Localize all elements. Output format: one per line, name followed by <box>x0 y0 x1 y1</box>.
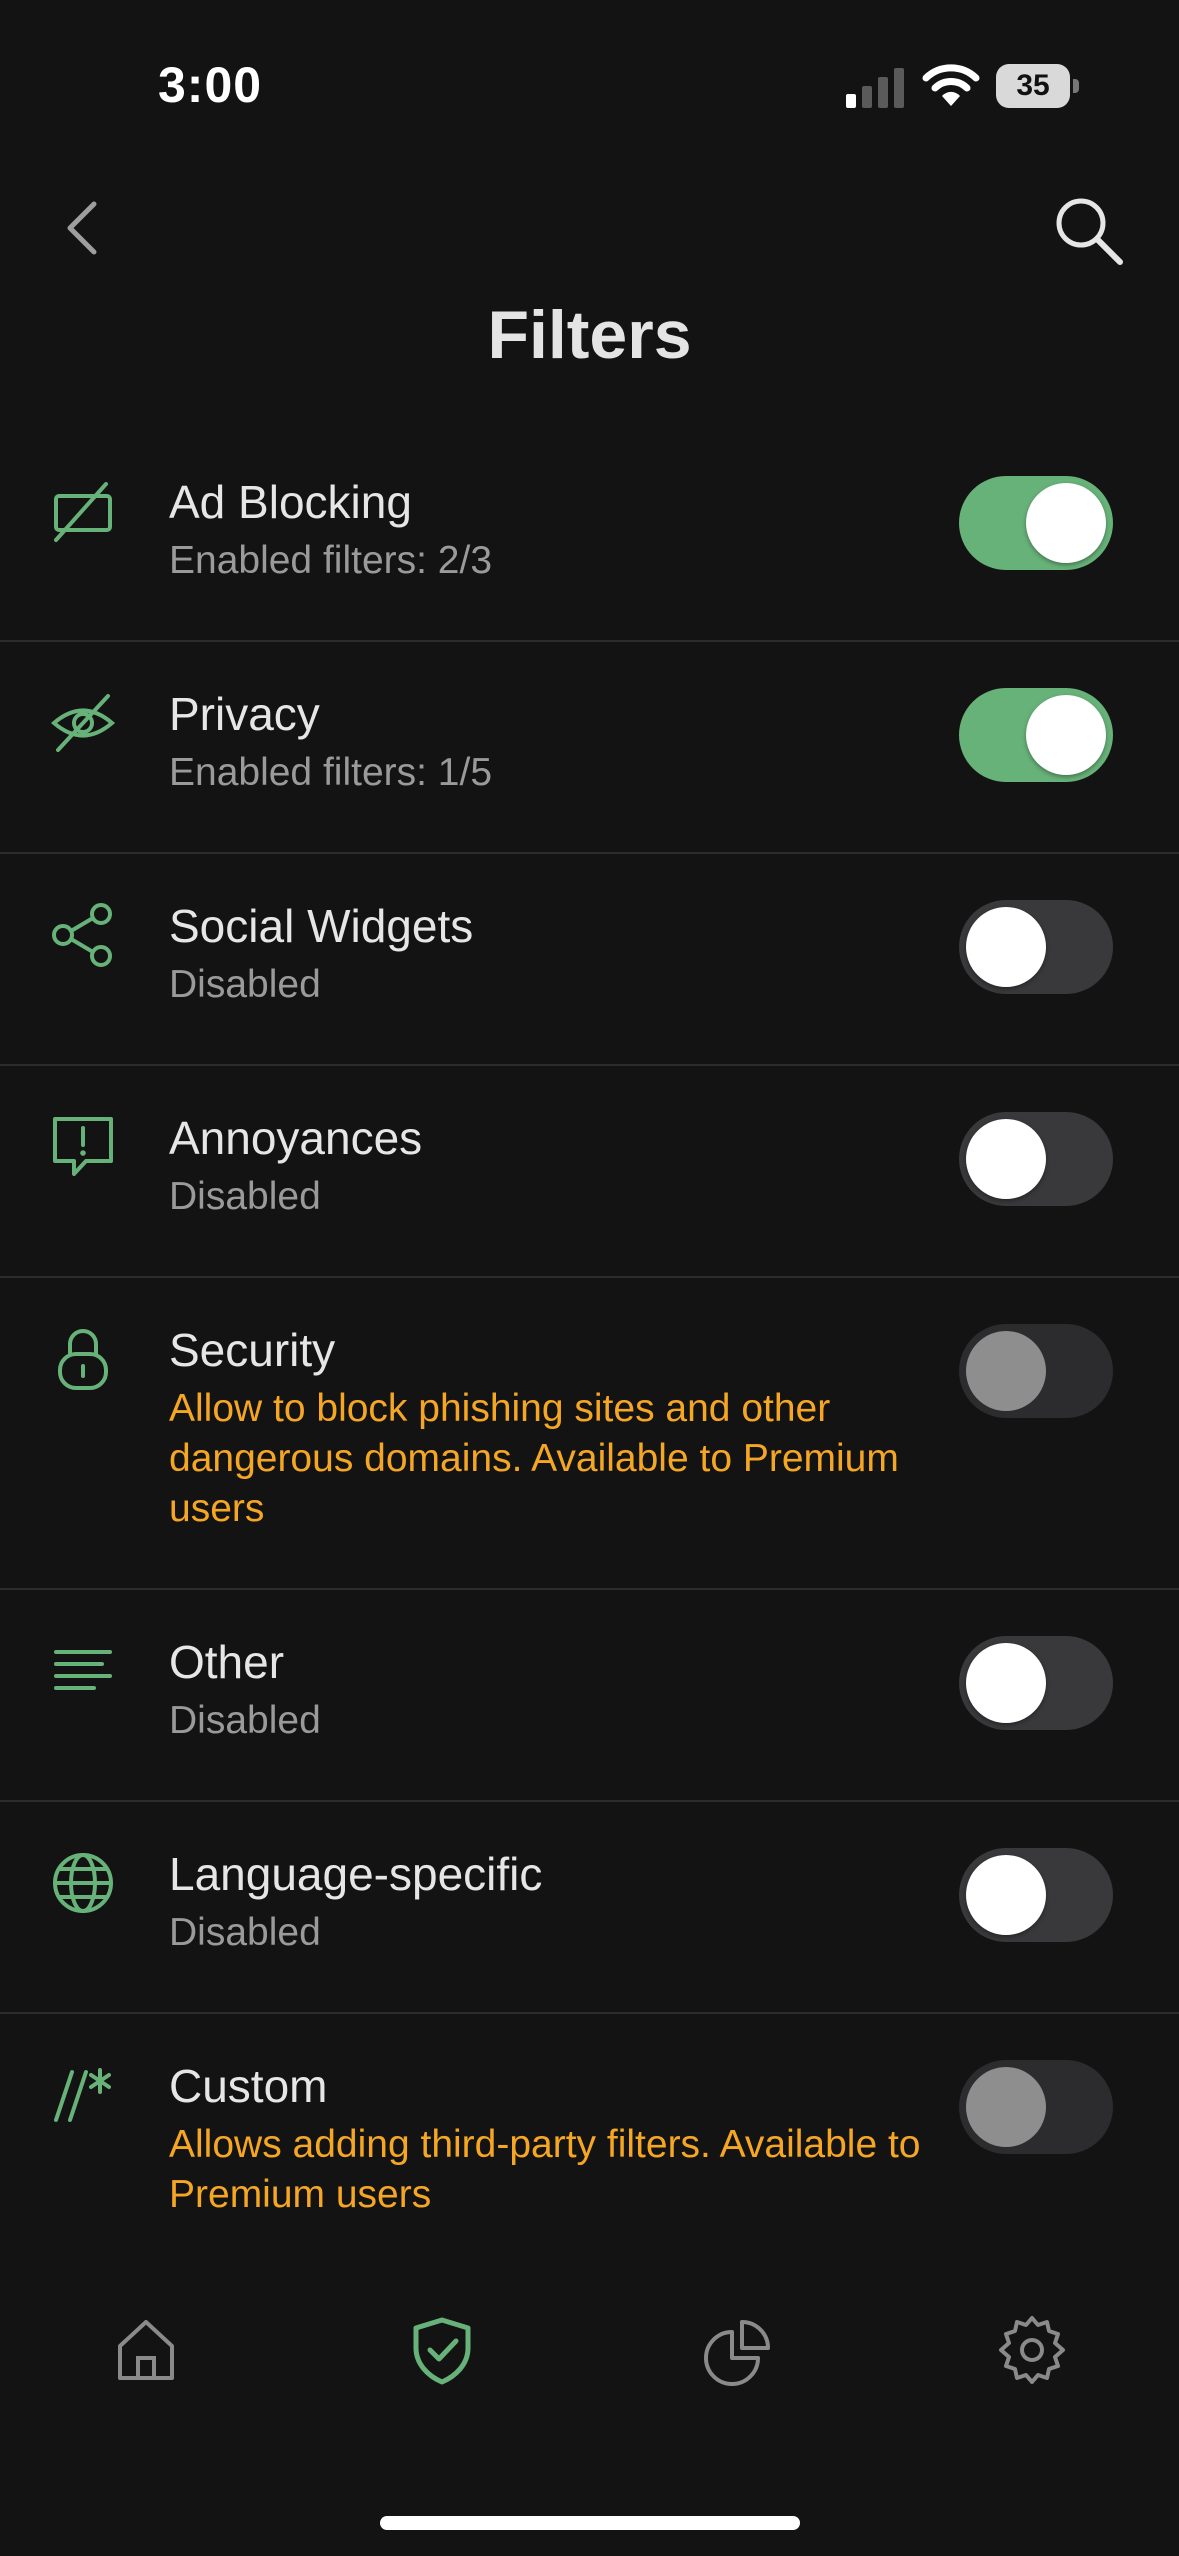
annoyances-toggle[interactable] <box>959 1112 1113 1206</box>
ad-blocking-toggle[interactable] <box>959 476 1113 570</box>
globe-icon <box>53 1853 113 1913</box>
filter-list: Ad Blocking Enabled filters: 2/3 Privacy… <box>0 430 1179 2274</box>
custom-toggle[interactable] <box>959 2060 1113 2154</box>
filter-row-language-specific[interactable]: Language-specific Disabled <box>0 1802 1179 2014</box>
premium-notice: Allows adding third-party filters. Avail… <box>169 2123 921 2216</box>
other-toggle[interactable] <box>959 1636 1113 1730</box>
custom-rule-icon <box>54 2068 111 2122</box>
battery-icon: 35 <box>996 64 1080 108</box>
home-indicator <box>380 2516 800 2530</box>
filter-row-social-widgets[interactable]: Social Widgets Disabled <box>0 854 1179 1066</box>
shield-check-icon <box>413 2317 471 2385</box>
signal-icon <box>846 68 904 108</box>
filter-row-other[interactable]: Other Disabled <box>0 1590 1179 1802</box>
tab-statistics[interactable] <box>698 2310 778 2390</box>
filter-title: Privacy <box>169 688 320 740</box>
filter-row-ad-blocking[interactable]: Ad Blocking Enabled filters: 2/3 <box>0 430 1179 642</box>
back-button[interactable] <box>56 192 112 264</box>
lock-icon <box>58 1329 108 1390</box>
gear-icon <box>999 2316 1065 2384</box>
security-toggle[interactable] <box>959 1324 1113 1418</box>
share-nodes-icon <box>52 903 112 967</box>
pie-chart-icon <box>704 2320 770 2386</box>
filter-row-custom[interactable]: Custom Allows adding third-party filters… <box>0 2014 1179 2274</box>
filter-title: Custom <box>169 2060 328 2112</box>
filter-subtitle: Disabled <box>169 1175 321 1218</box>
tab-settings[interactable] <box>992 2310 1072 2390</box>
language-specific-toggle[interactable] <box>959 1848 1113 1942</box>
filter-title: Annoyances <box>169 1112 423 1164</box>
filter-title: Language-specific <box>169 1848 543 1900</box>
search-icon <box>1056 198 1123 265</box>
filter-title: Ad Blocking <box>169 476 412 528</box>
privacy-toggle[interactable] <box>959 688 1113 782</box>
ad-block-icon <box>54 482 112 542</box>
tab-protection[interactable] <box>402 2310 482 2390</box>
tab-home[interactable] <box>106 2310 186 2390</box>
filter-row-privacy[interactable]: Privacy Enabled filters: 1/5 <box>0 642 1179 854</box>
premium-notice: Allow to block phishing sites and other … <box>169 1387 899 1530</box>
filter-title: Social Widgets <box>169 900 474 952</box>
page-title: Filters <box>487 297 692 373</box>
filter-title: Other <box>169 1636 285 1688</box>
home-icon <box>118 2320 174 2380</box>
tab-bar <box>0 2290 1179 2480</box>
filter-subtitle: Enabled filters: 1/5 <box>169 751 493 794</box>
filter-subtitle: Disabled <box>169 963 321 1006</box>
filter-row-security[interactable]: Security Allow to block phishing sites a… <box>0 1278 1179 1590</box>
filter-subtitle: Enabled filters: 2/3 <box>169 539 493 582</box>
lines-icon <box>54 1650 112 1690</box>
filter-subtitle: Disabled <box>169 1911 321 1954</box>
filter-row-annoyances[interactable]: Annoyances Disabled <box>0 1066 1179 1278</box>
filter-subtitle: Disabled <box>169 1699 321 1742</box>
search-button[interactable] <box>1050 192 1126 268</box>
alert-message-icon <box>53 1117 113 1176</box>
status-bar: 3:00 35 <box>0 0 1179 170</box>
status-time: 3:00 <box>158 57 263 113</box>
eye-off-icon <box>50 694 116 752</box>
wifi-icon <box>922 64 980 106</box>
filter-title: Security <box>169 1324 336 1376</box>
chevron-left-icon <box>67 201 97 255</box>
battery-level: 35 <box>1016 69 1050 102</box>
social-widgets-toggle[interactable] <box>959 900 1113 994</box>
